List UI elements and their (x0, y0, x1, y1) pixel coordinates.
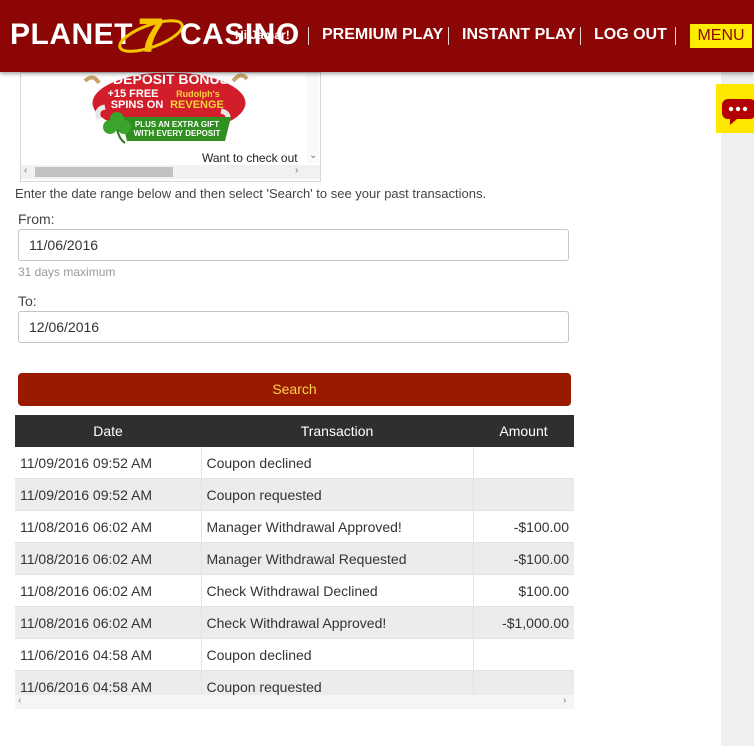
table-row: 11/08/2016 06:02 AM Manager Withdrawal R… (15, 542, 574, 575)
cell-date: 11/08/2016 06:02 AM (15, 574, 202, 607)
banner-caption: Want to check out (202, 151, 298, 165)
cell-transaction: Manager Withdrawal Requested (201, 542, 474, 575)
cell-amount (473, 638, 574, 671)
scroll-down-arrow-icon[interactable]: ⌄ (309, 150, 317, 161)
banner-scroll-thumb[interactable] (35, 167, 173, 177)
scroll-left-arrow-icon[interactable]: ‹ (18, 695, 21, 706)
column-header-date: Date (15, 415, 201, 447)
svg-text:Rudolph's: Rudolph's (176, 89, 220, 99)
table-row: 11/06/2016 04:58 AM Coupon declined (15, 638, 574, 671)
cell-date: 11/06/2016 04:58 AM (15, 638, 202, 671)
nav-divider (308, 27, 309, 45)
cell-amount: -$1,000.00 (473, 606, 574, 639)
promo-banner-frame[interactable]: DEPOSIT BONUS +15 FREE SPINS ON Rudolph'… (20, 72, 321, 182)
cell-transaction: Check Withdrawal Approved! (201, 606, 474, 639)
cell-date: 11/08/2016 06:02 AM (15, 510, 202, 543)
banner-horizontal-scrollbar[interactable]: ‹ › (21, 165, 320, 179)
cell-amount (473, 478, 574, 511)
nav-instant-play[interactable]: INSTANT PLAY (462, 26, 576, 44)
column-header-amount: Amount (473, 415, 574, 447)
cell-transaction: Coupon requested (201, 478, 474, 511)
transactions-table-container: Date Transaction Amount 11/09/2016 09:52… (15, 415, 574, 710)
cell-transaction: Manager Withdrawal Approved! (201, 510, 474, 543)
scroll-left-arrow-icon[interactable]: ‹ (24, 165, 27, 176)
top-navigation-bar: PLANET 7 CASINO Hi Jamar! PREMIUM PLAY I… (0, 0, 754, 72)
cell-amount (473, 447, 574, 479)
scroll-right-arrow-icon[interactable]: › (295, 165, 298, 176)
cell-transaction: Coupon declined (201, 447, 474, 479)
nav-premium-play[interactable]: PREMIUM PLAY (322, 26, 443, 44)
table-horizontal-scrollbar[interactable]: ‹ › (15, 695, 574, 709)
table-row: 11/08/2016 06:02 AM Check Withdrawal App… (15, 606, 574, 639)
svg-text:DEPOSIT BONUS: DEPOSIT BONUS (113, 73, 229, 87)
scroll-right-arrow-icon[interactable]: › (563, 695, 566, 706)
search-button[interactable]: Search (18, 373, 571, 406)
cell-transaction: Check Withdrawal Declined (201, 574, 474, 607)
nav-divider (675, 27, 676, 45)
table-row: 11/08/2016 06:02 AM Check Withdrawal Dec… (15, 574, 574, 607)
cell-date: 11/08/2016 06:02 AM (15, 542, 202, 575)
svg-text:SPINS ON: SPINS ON (111, 99, 164, 111)
cell-amount: -$100.00 (473, 542, 574, 575)
to-date-input[interactable]: 12/06/2016 (18, 311, 569, 343)
transaction-search-instructions: Enter the date range below and then sele… (15, 186, 487, 201)
nav-divider (580, 27, 581, 45)
transactions-table: Date Transaction Amount 11/09/2016 09:52… (15, 415, 574, 703)
date-range-hint: 31 days maximum (18, 265, 116, 279)
cell-date: 11/09/2016 09:52 AM (15, 478, 202, 511)
chat-bubble-icon (722, 99, 754, 125)
to-date-label: To: (18, 293, 37, 309)
from-date-label: From: (18, 211, 55, 227)
cell-transaction: Coupon declined (201, 638, 474, 671)
table-row: 11/09/2016 09:52 AM Coupon requested (15, 478, 574, 511)
cell-amount: $100.00 (473, 574, 574, 607)
column-header-transaction: Transaction (201, 415, 473, 447)
from-date-input[interactable]: 11/06/2016 (18, 229, 569, 261)
nav-log-out[interactable]: LOG OUT (594, 26, 667, 44)
nav-divider (448, 27, 449, 45)
table-header-row: Date Transaction Amount (15, 415, 574, 447)
svg-text:WITH EVERY DEPOSIT: WITH EVERY DEPOSIT (134, 129, 221, 138)
cell-date: 11/09/2016 09:52 AM (15, 447, 202, 479)
main-nav: PREMIUM PLAY INSTANT PLAY LOG OUT (0, 22, 754, 50)
deposit-bonus-banner-image[interactable]: DEPOSIT BONUS +15 FREE SPINS ON Rudolph'… (21, 73, 305, 163)
table-row: 11/08/2016 06:02 AM Manager Withdrawal A… (15, 510, 574, 543)
cell-date: 11/08/2016 06:02 AM (15, 606, 202, 639)
live-chat-button[interactable] (716, 84, 754, 133)
svg-text:PLUS AN EXTRA GIFT: PLUS AN EXTRA GIFT (135, 120, 219, 129)
table-row: 11/09/2016 09:52 AM Coupon declined (15, 447, 574, 479)
cell-amount: -$100.00 (473, 510, 574, 543)
svg-text:REVENGE: REVENGE (170, 99, 224, 111)
menu-button[interactable]: MENU (690, 24, 752, 48)
banner-vertical-scrollbar[interactable]: ⌄ (307, 73, 319, 163)
